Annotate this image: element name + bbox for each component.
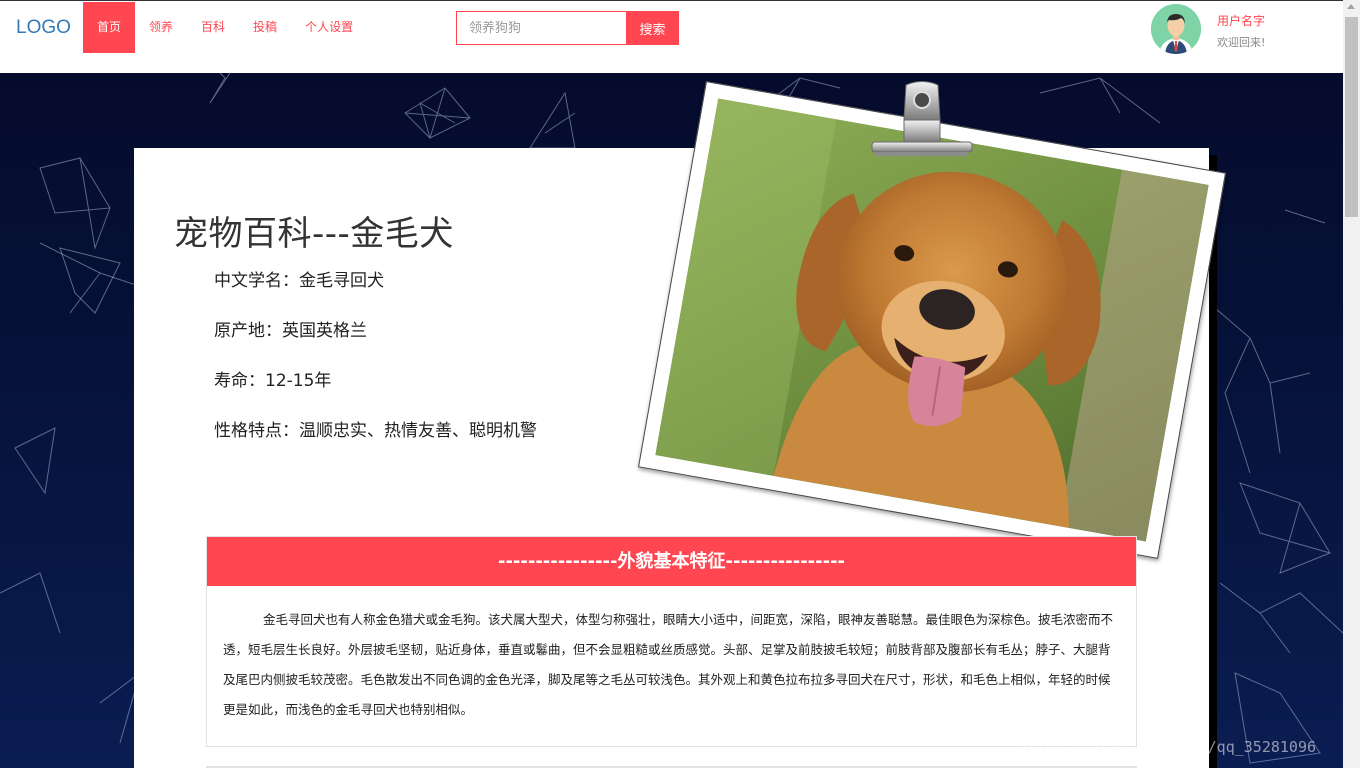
- user-name[interactable]: 用户名字: [1217, 12, 1265, 29]
- page-title: 宠物百科---金毛犬: [174, 214, 454, 254]
- nav-item-encyclopedia[interactable]: 百科: [187, 2, 239, 53]
- search-bar: 搜索: [456, 11, 679, 45]
- info-temperament: 性格特点：温顺忠实、热情友善、聪明机警: [214, 421, 537, 441]
- info-scientific-name: 中文学名：金毛寻回犬: [214, 271, 384, 291]
- search-button[interactable]: 搜索: [626, 11, 679, 45]
- logo[interactable]: LOGO: [16, 17, 71, 39]
- search-input[interactable]: [456, 11, 626, 45]
- nav-item-home[interactable]: 首页: [83, 2, 136, 53]
- info-origin: 原产地：英国英格兰: [214, 321, 367, 341]
- nav-item-submit[interactable]: 投稿: [239, 2, 291, 53]
- binder-clip-icon: [870, 80, 974, 162]
- main-nav: 首页 领养 百科 投稿 个人设置: [83, 2, 367, 53]
- nav-item-adopt[interactable]: 领养: [135, 2, 187, 53]
- scroll-up-arrow-icon[interactable]: [1347, 4, 1355, 9]
- golden-retriever-photo: [655, 98, 1209, 542]
- panel-body-text: 金毛寻回犬也有人称金色猎犬或金毛狗。该犬属大型犬，体型匀称强壮，眼睛大小适中，间…: [223, 612, 1114, 717]
- user-avatar-icon[interactable]: [1151, 4, 1201, 54]
- watermark: https://blog.csdn.net/qq_35281096: [1018, 738, 1317, 756]
- scroll-thumb[interactable]: [1345, 17, 1358, 217]
- top-navbar: LOGO 首页 领养 百科 投稿 个人设置 搜索 用户名字 欢迎回来!: [0, 0, 1343, 73]
- vertical-scrollbar[interactable]: [1343, 0, 1360, 768]
- panel-heading: ----------------外貌基本特征----------------: [207, 537, 1136, 586]
- appearance-panel: ----------------外貌基本特征---------------- 金…: [206, 536, 1137, 747]
- welcome-text: 欢迎回来!: [1217, 36, 1266, 49]
- nav-item-settings[interactable]: 个人设置: [291, 2, 367, 53]
- info-lifespan: 寿命：12-15年: [214, 371, 332, 391]
